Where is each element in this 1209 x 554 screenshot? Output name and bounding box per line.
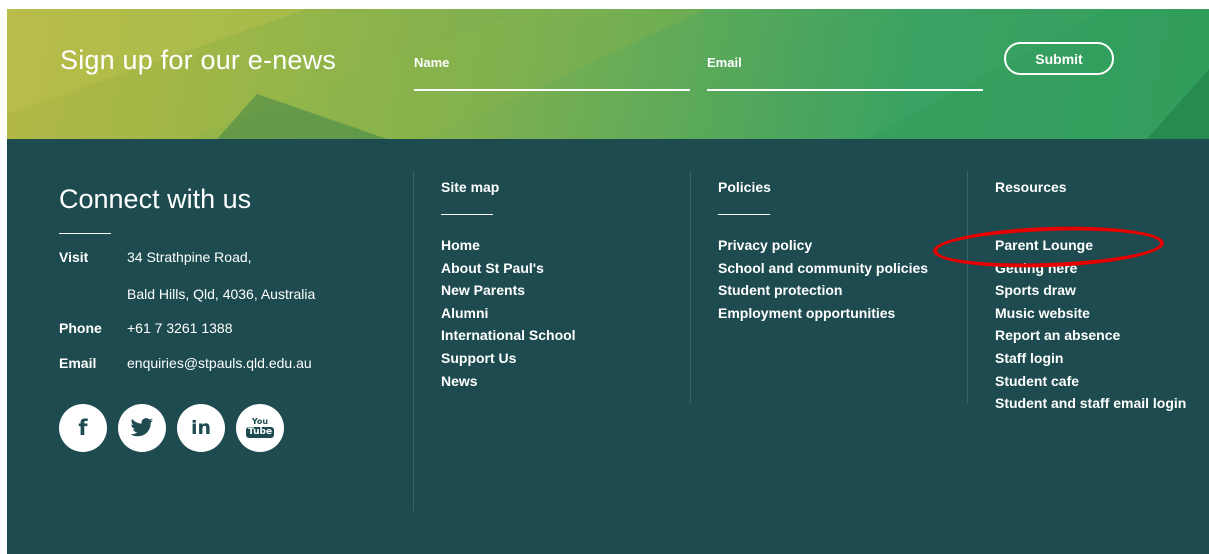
policies-link-employment[interactable]: Employment opportunities — [718, 302, 928, 325]
name-field[interactable] — [414, 52, 690, 91]
sitemap-link-support-us[interactable]: Support Us — [441, 347, 576, 370]
linkedin-icon: in — [190, 416, 212, 439]
policies-link-student-protection[interactable]: Student protection — [718, 279, 928, 302]
youtube-icon: You Tube — [245, 417, 275, 438]
sitemap-link-international-school[interactable]: International School — [441, 324, 576, 347]
connect-rule — [59, 233, 111, 234]
resources-link-student-cafe[interactable]: Student cafe — [995, 370, 1186, 393]
email-input[interactable] — [707, 52, 983, 72]
linkedin-link[interactable]: in — [177, 404, 225, 452]
policies-list: Privacy policy School and community poli… — [718, 234, 928, 324]
email-label: Email — [59, 355, 97, 371]
sitemap-heading: Site map — [441, 179, 500, 195]
site-footer: Connect with us Visit 34 Strathpine Road… — [7, 139, 1209, 554]
column-divider-3 — [967, 171, 968, 403]
youtube-link[interactable]: You Tube — [236, 404, 284, 452]
twitter-link[interactable] — [118, 404, 166, 452]
visit-label: Visit — [59, 249, 89, 265]
enews-title: Sign up for our e-news — [60, 45, 337, 75]
policies-link-privacy[interactable]: Privacy policy — [718, 234, 928, 257]
facebook-icon: f — [78, 415, 88, 440]
sitemap-link-home[interactable]: Home — [441, 234, 576, 257]
connect-title: Connect with us — [59, 184, 252, 214]
twitter-icon — [130, 418, 153, 437]
submit-button[interactable]: Submit — [1004, 42, 1114, 75]
youtube-icon-top: You — [251, 417, 269, 426]
sitemap-rule — [441, 214, 493, 215]
sitemap-list: Home About St Paul's New Parents Alumni … — [441, 234, 576, 392]
name-input[interactable] — [414, 52, 690, 72]
phone-label: Phone — [59, 320, 102, 336]
resources-heading: Resources — [995, 179, 1067, 195]
sitemap-link-new-parents[interactable]: New Parents — [441, 279, 576, 302]
resources-link-sports-draw[interactable]: Sports draw — [995, 279, 1186, 302]
policies-heading: Policies — [718, 179, 771, 195]
email-field[interactable] — [707, 52, 983, 91]
enews-banner: Sign up for our e-news Submit — [7, 9, 1209, 139]
youtube-icon-bottom: Tube — [245, 427, 275, 438]
phone-link[interactable]: +61 7 3261 1388 — [127, 320, 233, 336]
address-line1: 34 Strathpine Road, — [127, 249, 252, 265]
resources-link-report-absence[interactable]: Report an absence — [995, 324, 1186, 347]
resources-link-getting-here[interactable]: Getting here — [995, 257, 1186, 280]
sitemap-link-news[interactable]: News — [441, 370, 576, 393]
resources-link-staff-login[interactable]: Staff login — [995, 347, 1186, 370]
facebook-link[interactable]: f — [59, 404, 107, 452]
sitemap-link-alumni[interactable]: Alumni — [441, 302, 576, 325]
column-divider-2 — [690, 171, 691, 403]
column-divider-1 — [413, 171, 414, 511]
policies-link-community[interactable]: School and community policies — [718, 257, 928, 280]
policies-rule — [718, 214, 770, 215]
email-link[interactable]: enquiries@stpauls.qld.edu.au — [127, 355, 312, 371]
resources-list: Parent Lounge Getting here Sports draw M… — [995, 234, 1186, 415]
resources-link-music-website[interactable]: Music website — [995, 302, 1186, 325]
sitemap-link-about[interactable]: About St Paul's — [441, 257, 576, 280]
resources-link-parent-lounge[interactable]: Parent Lounge — [995, 234, 1186, 257]
resources-link-email-login[interactable]: Student and staff email login — [995, 392, 1186, 415]
address-line2: Bald Hills, Qld, 4036, Australia — [127, 286, 316, 302]
